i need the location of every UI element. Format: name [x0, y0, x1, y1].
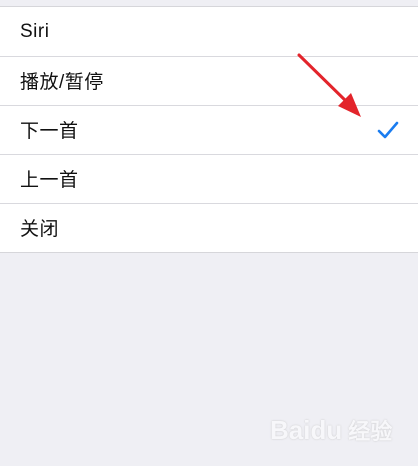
option-label: 关闭	[20, 219, 60, 240]
checkmark-icon	[377, 121, 399, 138]
option-label: 上一首	[20, 170, 79, 191]
option-row-siri[interactable]: Siri	[0, 7, 418, 56]
option-row-play-pause[interactable]: 播放/暂停	[0, 56, 418, 105]
option-label: 播放/暂停	[20, 72, 104, 93]
option-row-previous-track[interactable]: 上一首	[0, 154, 418, 203]
option-row-next-track[interactable]: 下一首	[0, 105, 418, 154]
option-label: 下一首	[20, 121, 79, 142]
option-label: Siri	[20, 20, 50, 42]
option-row-off[interactable]: 关闭	[0, 203, 418, 252]
settings-screen: Siri 播放/暂停 下一首 上一首 关闭 Baidu 经验	[0, 0, 418, 466]
baidu-jingyan-logo: Baidu 经验	[270, 415, 393, 445]
option-list: Siri 播放/暂停 下一首 上一首 关闭	[0, 6, 418, 253]
